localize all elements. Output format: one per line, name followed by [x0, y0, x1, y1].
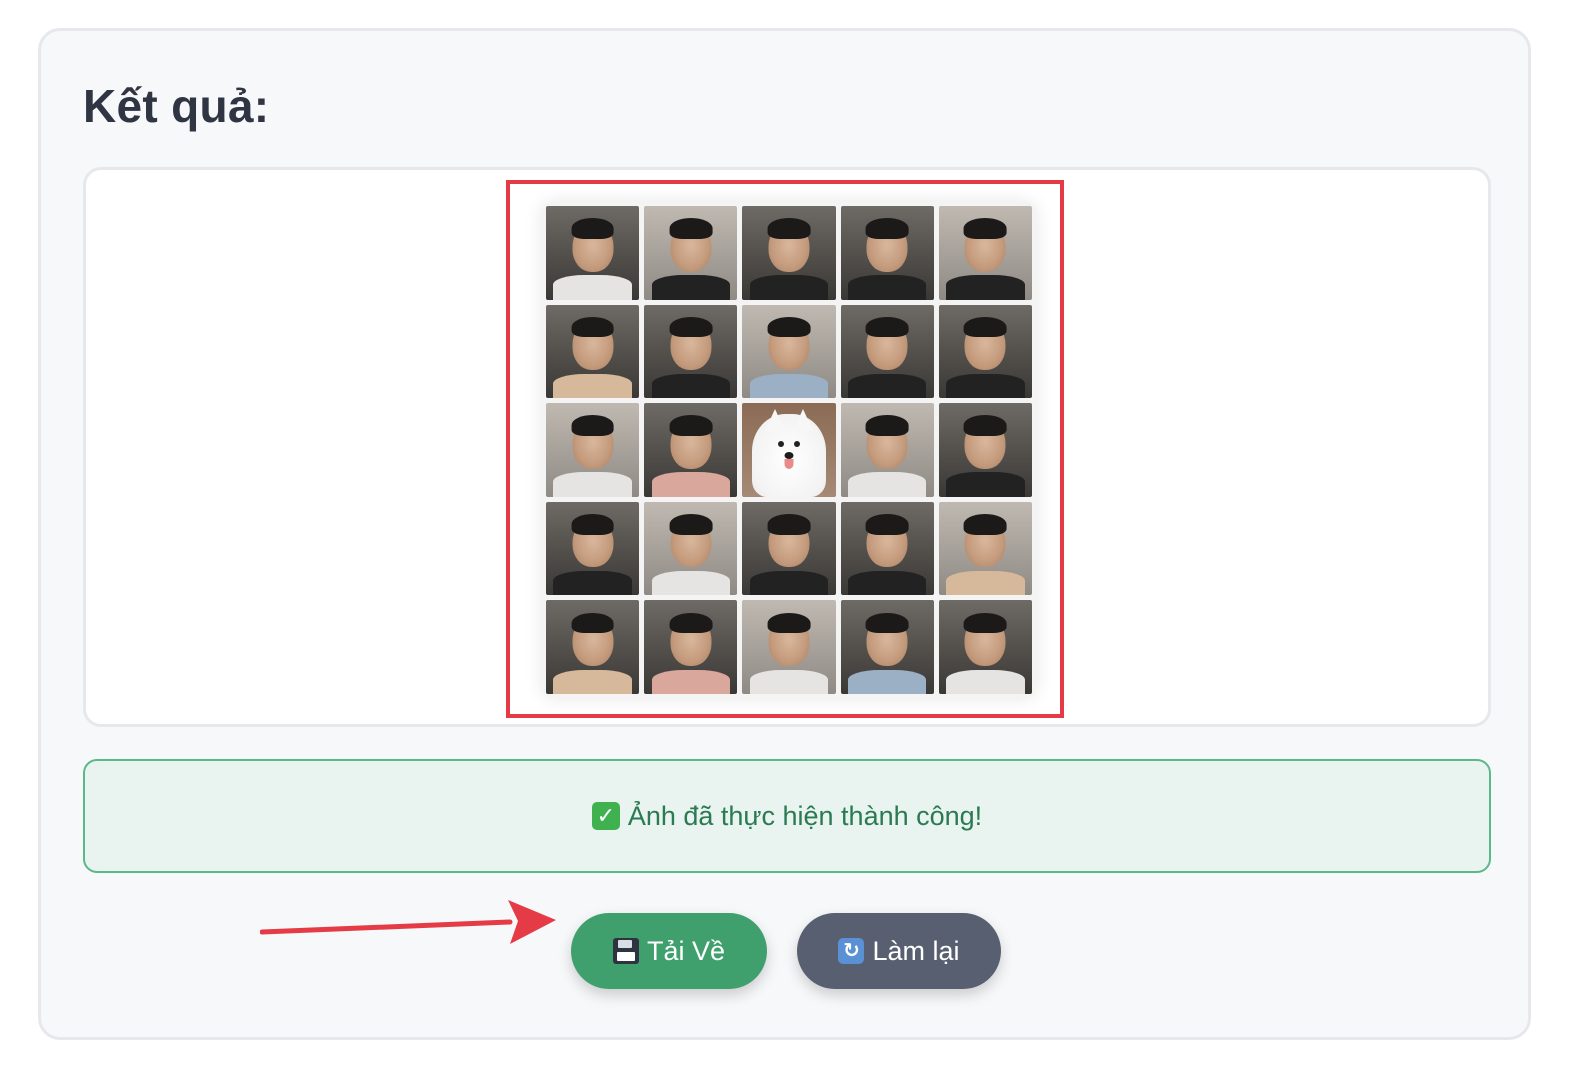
success-status: ✓ Ảnh đã thực hiện thành công!: [83, 759, 1491, 873]
face-photo-tile: [938, 403, 1032, 497]
face-photo-tile: [644, 600, 738, 694]
face-photo-tile: [546, 304, 640, 399]
face-photo-tile: [644, 403, 738, 497]
download-button[interactable]: Tải Về: [571, 913, 767, 989]
face-photo-tile: [840, 206, 934, 300]
face-photo-tile: [546, 600, 640, 694]
face-photo-tile: [938, 501, 1032, 596]
refresh-icon: ↻: [838, 938, 865, 964]
floppy-disk-icon: [612, 938, 639, 964]
face-photo-tile: [546, 403, 640, 497]
face-photo-tile: [742, 501, 836, 596]
highlight-frame: [506, 180, 1064, 718]
face-photo-tile: [938, 304, 1032, 399]
dog-photo-tile: [742, 403, 836, 497]
face-photo-tile: [546, 206, 640, 300]
face-photo-tile: [840, 304, 934, 399]
face-photo-tile: [644, 501, 738, 596]
face-photo-tile: [938, 600, 1032, 694]
face-photo-tile: [742, 600, 836, 694]
face-photo-tile: [742, 304, 836, 399]
face-photo-tile: [840, 403, 934, 497]
face-photo-tile: [840, 600, 934, 694]
reset-button-label: Làm lại: [872, 935, 960, 966]
result-image: [542, 202, 1036, 698]
reset-button[interactable]: ↻ Làm lại: [797, 913, 1001, 989]
result-image-panel: [83, 167, 1491, 727]
status-text: Ảnh đã thực hiện thành công!: [627, 800, 983, 831]
download-button-label: Tải Về: [646, 935, 726, 966]
check-mark-icon: ✓: [591, 802, 620, 830]
face-photo-tile: [742, 206, 836, 300]
face-photo-tile: [644, 206, 738, 300]
face-photo-tile: [644, 304, 738, 399]
face-photo-tile: [840, 501, 934, 596]
face-photo-tile: [938, 206, 1032, 300]
face-photo-tile: [546, 501, 640, 596]
result-title: Kết quả:: [83, 80, 270, 132]
result-card: Kết quả: ✓ Ảnh đã thực hiện thành công! …: [38, 28, 1531, 1040]
pointer-arrow-icon: [260, 900, 556, 944]
